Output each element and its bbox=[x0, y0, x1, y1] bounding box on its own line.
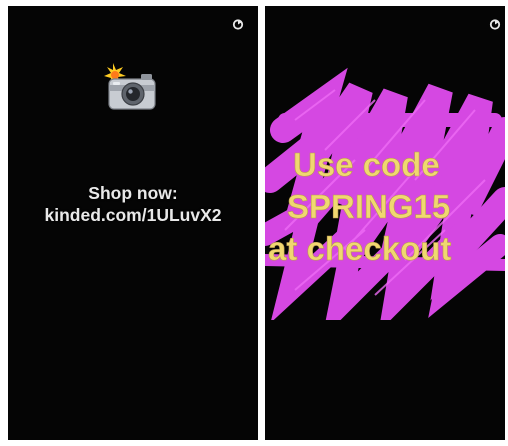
camera-flash-icon bbox=[104, 63, 156, 110]
shop-url: kinded.com/1ULuvX2 bbox=[44, 205, 222, 225]
promo-line-at-checkout: at checkout bbox=[268, 230, 452, 268]
timer-icon bbox=[232, 19, 244, 30]
right-snap-panel: Use code SPRING15 at checkout bbox=[265, 6, 505, 440]
promo-caption: Use code SPRING15 at checkout bbox=[265, 144, 505, 270]
timer-icon bbox=[489, 19, 501, 30]
shop-now-label: Shop now: bbox=[88, 183, 178, 203]
shop-now-caption: Shop now: kinded.com/1ULuvX2 bbox=[8, 182, 258, 226]
promo-code: SPRING15 bbox=[287, 188, 451, 226]
left-snap-panel: Shop now: kinded.com/1ULuvX2 bbox=[8, 6, 258, 440]
promo-line-use-code: Use code bbox=[293, 146, 440, 184]
